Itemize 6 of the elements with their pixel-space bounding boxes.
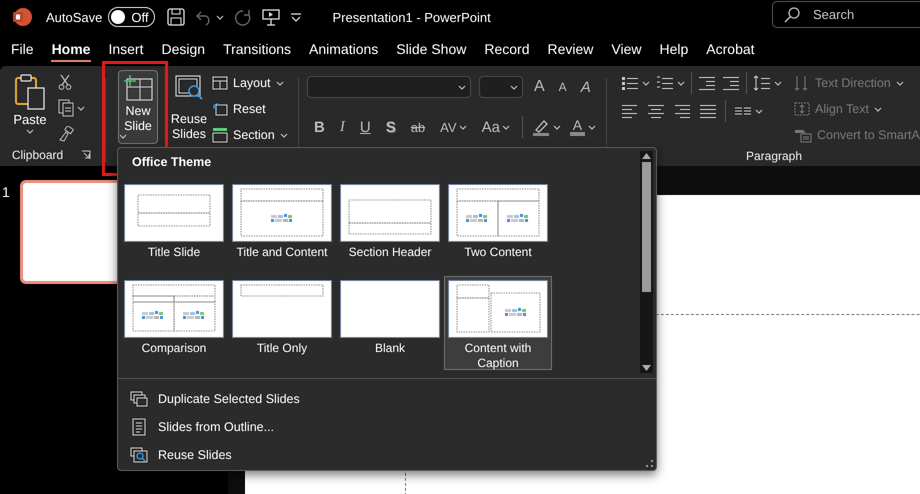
window-title: Presentation1 - PowerPoint [332,10,491,24]
group-label: Paragraph [746,149,802,163]
gallery-heading: Office Theme [131,154,212,170]
slide-number: 1 [2,183,11,202]
group-label: Clipboard [12,148,64,162]
autosave-label: AutoSave [46,10,102,24]
